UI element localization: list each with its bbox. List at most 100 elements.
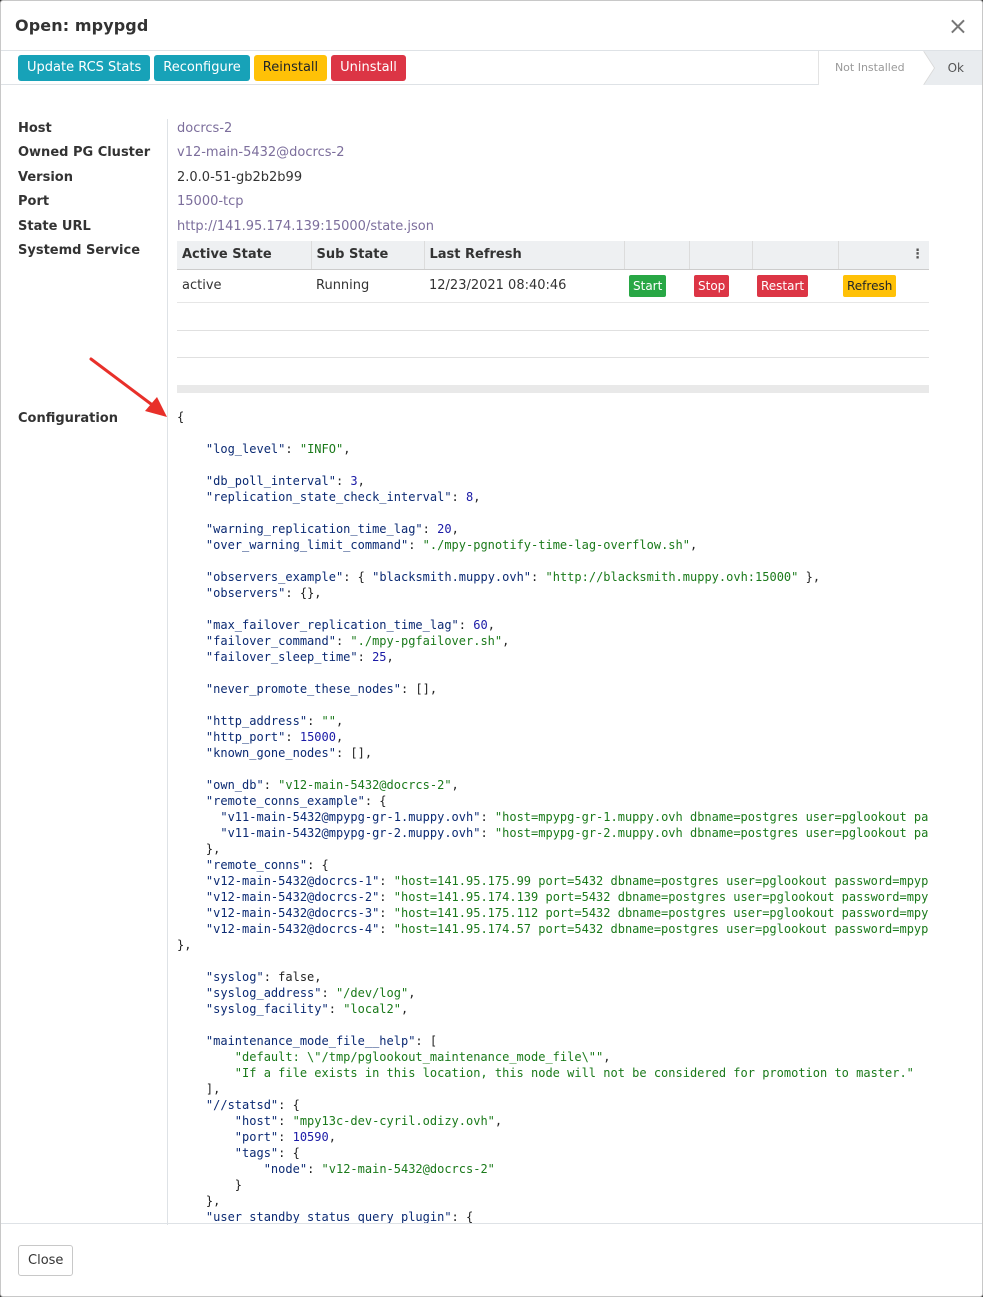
config-token bbox=[177, 650, 206, 664]
start-button[interactable]: Start bbox=[629, 274, 667, 297]
config-token: 60 bbox=[473, 618, 488, 632]
config-token bbox=[177, 490, 206, 504]
config-token: : bbox=[480, 810, 495, 824]
config-line: "v12-main-5432@docrcs-1": "host=141.95.1… bbox=[177, 873, 929, 889]
config-token: "own_db" bbox=[205, 778, 264, 792]
config-line: "v12-main-5432@docrcs-3": "host=141.95.1… bbox=[177, 905, 929, 921]
config-token: "http_address" bbox=[205, 714, 308, 728]
empty-row-divider bbox=[177, 357, 929, 358]
config-token: : { bbox=[278, 1098, 300, 1112]
table-row[interactable]: active Running 12/23/2021 08:40:46 Start… bbox=[177, 269, 929, 303]
config-token bbox=[177, 538, 206, 552]
version-value: 2.0.0-51-gb2b2b99 bbox=[177, 170, 303, 185]
config-token: 10590 bbox=[292, 1130, 329, 1144]
config-token: : bbox=[480, 826, 495, 840]
cluster-label: Owned PG Cluster bbox=[18, 145, 151, 160]
config-token bbox=[177, 986, 206, 1000]
config-token: 15000 bbox=[299, 730, 336, 744]
config-token: : [ bbox=[415, 1034, 438, 1048]
config-token bbox=[177, 570, 206, 584]
config-token: "host=141.95.174.57 port=5432 dbname=pos… bbox=[393, 922, 929, 936]
state-url-link[interactable]: http://141.95.174.139:15000/state.json bbox=[177, 219, 434, 234]
config-line bbox=[177, 601, 929, 617]
config-token bbox=[177, 442, 206, 456]
config-token: }, bbox=[798, 570, 821, 584]
close-icon[interactable]: × bbox=[948, 14, 968, 38]
config-line: "remote_conns": { bbox=[177, 857, 929, 873]
cell-start: Start bbox=[624, 269, 689, 303]
config-line: "http_address": "", bbox=[177, 713, 929, 729]
config-token: "host=141.95.175.112 port=5432 dbname=po… bbox=[393, 906, 929, 920]
config-token bbox=[177, 1162, 264, 1176]
col-last-refresh[interactable]: Last Refresh bbox=[424, 241, 625, 270]
status-not-installed[interactable]: Not Installed bbox=[817, 50, 935, 85]
config-line: "v12-main-5432@docrcs-2": "host=141.95.1… bbox=[177, 889, 929, 905]
config-token: "default: \"/tmp/pglookout_maintenance_m… bbox=[234, 1050, 604, 1064]
restart-button[interactable]: Restart bbox=[757, 274, 809, 297]
config-token bbox=[177, 858, 206, 872]
config-token: "blacksmith.muppy.ovh" bbox=[372, 570, 532, 584]
col-refresh: ⋮ bbox=[838, 241, 929, 270]
port-link[interactable]: 15000-tcp bbox=[177, 194, 244, 209]
config-token: : bbox=[379, 874, 394, 888]
config-line: }, bbox=[177, 841, 929, 857]
config-line: ], bbox=[177, 1081, 929, 1097]
config-line: "db_poll_interval": 3, bbox=[177, 473, 929, 489]
config-token bbox=[177, 714, 206, 728]
config-token: "If a file exists in this location, this… bbox=[234, 1066, 914, 1080]
config-token: }, bbox=[177, 1194, 221, 1208]
status-pipeline: Not Installed Ok bbox=[817, 50, 982, 85]
col-sub-state[interactable]: Sub State bbox=[311, 241, 425, 270]
config-line: "host": "mpy13c-dev-cyril.odizy.ovh", bbox=[177, 1113, 929, 1129]
refresh-button[interactable]: Refresh bbox=[843, 274, 897, 297]
config-token bbox=[177, 1098, 206, 1112]
config-token: "log_level" bbox=[205, 442, 286, 456]
config-token: "user_standby_status_query_plugin" bbox=[205, 1210, 452, 1224]
config-line: "known_gone_nodes": [], bbox=[177, 745, 929, 761]
config-line: "replication_state_check_interval": 8, bbox=[177, 489, 929, 505]
column-options-icon[interactable]: ⋮ bbox=[911, 247, 924, 262]
reconfigure-button[interactable]: Reconfigure bbox=[154, 54, 250, 81]
config-token: "http://blacksmith.muppy.ovh:15000" bbox=[545, 570, 799, 584]
config-token: : bbox=[379, 906, 394, 920]
close-button[interactable]: Close bbox=[18, 1244, 74, 1276]
action-statusbar: Update RCS Stats Reconfigure Reinstall U… bbox=[1, 50, 982, 85]
config-token: : bbox=[357, 650, 373, 664]
update-rcs-stats-button[interactable]: Update RCS Stats bbox=[18, 54, 151, 81]
config-token: : bbox=[335, 634, 351, 648]
cell-refresh: Refresh bbox=[838, 269, 929, 303]
config-token: "syslog_address" bbox=[205, 986, 322, 1000]
cluster-link[interactable]: v12-main-5432@docrcs-2 bbox=[177, 145, 344, 160]
col-active-state[interactable]: Active State bbox=[177, 241, 312, 270]
config-token: , bbox=[451, 778, 459, 792]
config-line bbox=[177, 457, 929, 473]
state-url-label: State URL bbox=[18, 219, 91, 234]
label-divider bbox=[167, 119, 168, 1225]
config-token: "v12-main-5432@docrcs-2" bbox=[205, 890, 380, 904]
config-token: "v11-main-5432@mpypg-gr-2.muppy.ovh" bbox=[220, 826, 481, 840]
config-token bbox=[177, 586, 206, 600]
config-token: : { bbox=[451, 1210, 474, 1224]
reinstall-button[interactable]: Reinstall bbox=[253, 54, 328, 81]
host-link[interactable]: docrcs-2 bbox=[177, 121, 232, 136]
config-line bbox=[177, 553, 929, 569]
config-token bbox=[177, 970, 206, 984]
configuration-code[interactable]: { "log_level": "INFO", "db_poll_interval… bbox=[177, 409, 929, 1225]
config-token: ], bbox=[177, 1082, 221, 1096]
config-line: "observers": {}, bbox=[177, 585, 929, 601]
config-token: , bbox=[689, 538, 698, 552]
config-token: : bbox=[458, 618, 474, 632]
config-token: : bbox=[379, 890, 394, 904]
config-token: "over_warning_limit_command" bbox=[205, 538, 409, 552]
stop-button[interactable]: Stop bbox=[694, 274, 730, 297]
config-line: "v11-main-5432@mpypg-gr-1.muppy.ovh": "h… bbox=[177, 809, 929, 825]
config-line bbox=[177, 505, 929, 521]
dialog-header: Open: mpypgd × bbox=[1, 1, 982, 51]
configuration-label: Configuration bbox=[18, 411, 118, 426]
config-token: : [], bbox=[335, 746, 373, 760]
config-token: "observers_example" bbox=[205, 570, 344, 584]
config-token: : [], bbox=[400, 682, 438, 696]
cell-active-state: active bbox=[177, 269, 311, 303]
uninstall-button[interactable]: Uninstall bbox=[331, 54, 406, 81]
config-line: "http_port": 15000, bbox=[177, 729, 929, 745]
